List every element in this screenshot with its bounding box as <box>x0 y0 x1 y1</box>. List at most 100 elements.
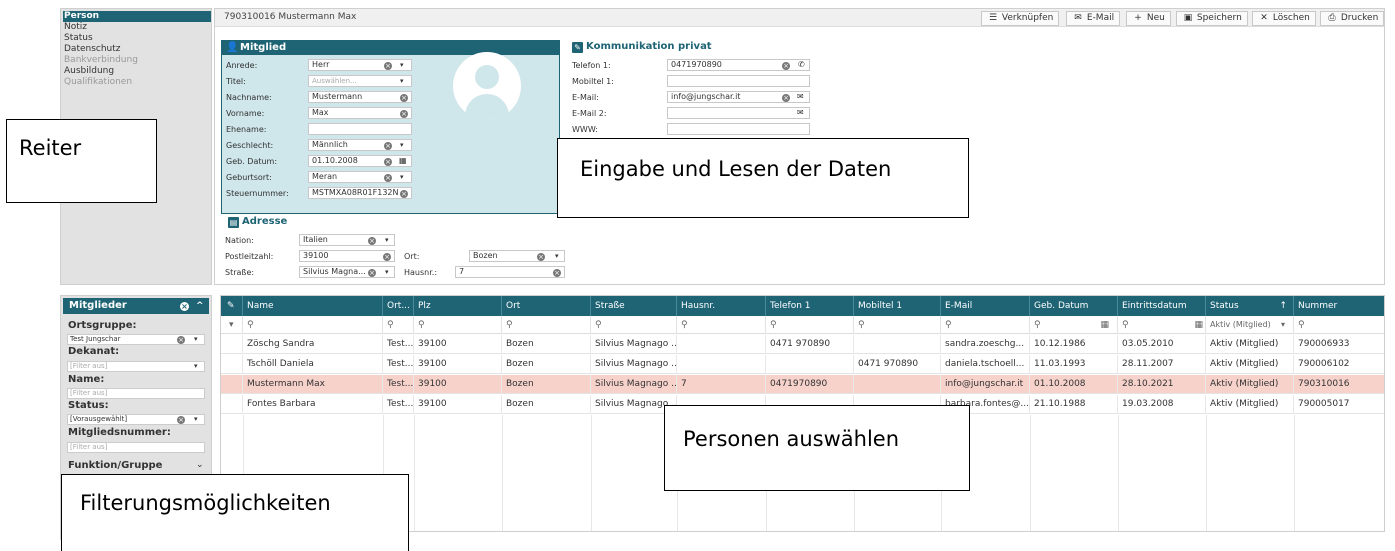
clear-icon[interactable]: × <box>177 336 185 344</box>
search-icon[interactable]: ⚲ <box>502 316 591 334</box>
avatar[interactable] <box>453 52 521 120</box>
search-icon[interactable]: ⚲ <box>677 316 766 334</box>
search-icon[interactable]: ⚲ <box>1294 316 1384 334</box>
name-filter-input[interactable]: [Filter aus] <box>67 388 205 399</box>
chevron-down-icon[interactable]: ▾ <box>400 173 404 181</box>
neu-button[interactable]: + Neu <box>1126 11 1171 26</box>
mitgliedsnummer-input[interactable]: [Filter aus] <box>67 442 205 453</box>
search-icon[interactable]: ⚲ <box>243 316 383 334</box>
clear-icon[interactable]: × <box>368 237 376 245</box>
sidebar-item-datenschutz[interactable]: Datenschutz <box>63 44 211 55</box>
chevron-down-icon[interactable]: ▾ <box>194 362 198 370</box>
clear-icon[interactable]: × <box>537 253 545 261</box>
envelope-icon[interactable]: ✉ <box>797 108 804 117</box>
sidebar-item-ausbildung[interactable]: Ausbildung <box>63 66 211 77</box>
col-email[interactable]: E-Mail <box>941 296 1030 316</box>
clear-icon[interactable]: × <box>400 110 408 118</box>
clear-icon[interactable]: × <box>383 253 391 261</box>
clear-icon[interactable]: × <box>368 269 376 277</box>
drucken-button[interactable]: ⎙ Drucken <box>1320 11 1385 26</box>
col-telefon1[interactable]: Telefon 1 <box>766 296 854 316</box>
search-icon[interactable]: ⚲ ▦ <box>1118 316 1206 334</box>
chevron-down-icon[interactable]: ▾ <box>385 236 389 244</box>
attachment-icon[interactable]: ✎ <box>221 296 243 316</box>
envelope-icon[interactable]: ✉ <box>797 92 804 101</box>
search-icon[interactable]: ⚲ <box>766 316 854 334</box>
chevron-down-icon[interactable]: ▾ <box>400 141 404 149</box>
search-icon[interactable]: ⚲ <box>854 316 941 334</box>
chevron-down-icon[interactable]: ▾ <box>400 77 404 85</box>
geb-datum-field[interactable]: 01.10.2008 <box>308 155 412 167</box>
nachname-field[interactable]: Mustermann <box>308 91 412 103</box>
status-grid-filter[interactable]: Aktiv (Mitglied) ▾ <box>1206 316 1294 334</box>
col-name[interactable]: Name <box>243 296 383 316</box>
sidebar-item-person[interactable]: Person <box>63 11 211 22</box>
speichern-button[interactable]: ▣ Speichern <box>1176 11 1248 26</box>
steuernummer-field[interactable]: MSTMXA08R01F132N <box>308 187 412 199</box>
clear-icon[interactable]: × <box>177 416 185 424</box>
vorname-field[interactable]: Max <box>308 107 412 119</box>
calendar-icon[interactable]: ▦ <box>1100 316 1109 334</box>
search-icon[interactable]: ⚲ <box>591 316 677 334</box>
chevron-down-icon[interactable]: ▾ <box>194 335 198 343</box>
chevron-down-icon[interactable]: ▾ <box>1281 316 1285 334</box>
chevron-up-icon[interactable]: ^ <box>196 298 204 314</box>
chevron-down-icon[interactable]: ▾ <box>385 268 389 276</box>
clear-icon[interactable]: × <box>782 94 790 102</box>
table-row[interactable]: Tschöll Daniela Test... 39100 Bozen Silv… <box>221 355 1384 374</box>
chevron-down-icon[interactable]: ▾ <box>555 252 559 260</box>
email2-field[interactable] <box>667 107 810 119</box>
strasse-select[interactable]: Silvius Magna... <box>299 266 395 278</box>
table-row[interactable]: Zöschg Sandra Test... 39100 Bozen Silviu… <box>221 335 1384 354</box>
mobiltel1-field[interactable] <box>667 75 810 87</box>
phone-icon[interactable]: ✆ <box>798 60 805 69</box>
col-mobiltel1[interactable]: Mobiltel 1 <box>854 296 941 316</box>
funktion-gruppe-label[interactable]: Funktion/Gruppe <box>68 460 162 471</box>
geschlecht-select[interactable]: Männlich <box>308 139 412 151</box>
col-ort[interactable]: Ort <box>502 296 591 316</box>
table-row-selected[interactable]: Mustermann Max Test... 39100 Bozen Silvi… <box>221 375 1384 394</box>
chevron-down-icon[interactable]: ⌄ <box>196 460 204 470</box>
col-eintrittsdatum[interactable]: Eintrittsdatum <box>1118 296 1206 316</box>
col-strasse[interactable]: Straße <box>591 296 677 316</box>
clear-icon[interactable]: × <box>400 190 408 198</box>
hausnr-field[interactable]: 7 <box>455 266 565 278</box>
titel-select[interactable]: Auswählen... <box>308 75 412 87</box>
anrede-select[interactable]: Herr <box>308 59 412 71</box>
clear-icon[interactable]: × <box>384 142 392 150</box>
col-status[interactable]: Status ↑ <box>1206 296 1294 316</box>
search-icon[interactable]: ⚲ <box>941 316 1030 334</box>
verknuepfen-button[interactable]: ☰ Verknüpfen <box>981 11 1060 26</box>
col-plz[interactable]: Plz <box>414 296 502 316</box>
search-icon[interactable]: ⚲ <box>383 316 414 334</box>
col-ortsgruppe[interactable]: Ort... <box>383 296 414 316</box>
clear-icon[interactable]: × <box>782 62 790 70</box>
chevron-down-icon[interactable]: ▾ <box>221 316 243 334</box>
chevron-down-icon[interactable]: ▾ <box>194 415 198 423</box>
nation-select[interactable]: Italien <box>299 234 395 246</box>
clear-icon[interactable]: × <box>400 94 408 102</box>
clear-icon[interactable]: × <box>384 158 392 166</box>
geburtsort-select[interactable]: Meran <box>308 171 412 183</box>
col-nummer[interactable]: Nummer <box>1294 296 1384 316</box>
www-field[interactable] <box>667 123 810 135</box>
clear-icon[interactable]: × <box>384 62 392 70</box>
ort-select[interactable]: Bozen <box>469 250 565 262</box>
clear-icon[interactable]: × <box>553 269 561 277</box>
dekanat-select[interactable]: [Filter aus] <box>67 361 205 372</box>
plz-field[interactable]: 39100 <box>299 250 395 262</box>
col-hausnr[interactable]: Hausnr. <box>677 296 766 316</box>
sidebar-item-status[interactable]: Status <box>63 33 211 44</box>
sidebar-item-notiz[interactable]: Notiz <box>63 22 211 33</box>
ehename-field[interactable] <box>308 123 412 135</box>
search-icon[interactable]: ⚲ ▦ <box>1030 316 1118 334</box>
calendar-icon[interactable]: ▦ <box>1194 316 1203 334</box>
calendar-icon[interactable]: ▦ <box>399 156 407 165</box>
col-geb-datum[interactable]: Geb. Datum <box>1030 296 1118 316</box>
email-button[interactable]: ✉ E-Mail <box>1066 11 1121 26</box>
clear-icon[interactable]: × <box>180 302 189 311</box>
chevron-down-icon[interactable]: ▾ <box>400 61 404 69</box>
clear-icon[interactable]: × <box>384 174 392 182</box>
loeschen-button[interactable]: ✕ Löschen <box>1252 11 1316 26</box>
search-icon[interactable]: ⚲ <box>414 316 502 334</box>
